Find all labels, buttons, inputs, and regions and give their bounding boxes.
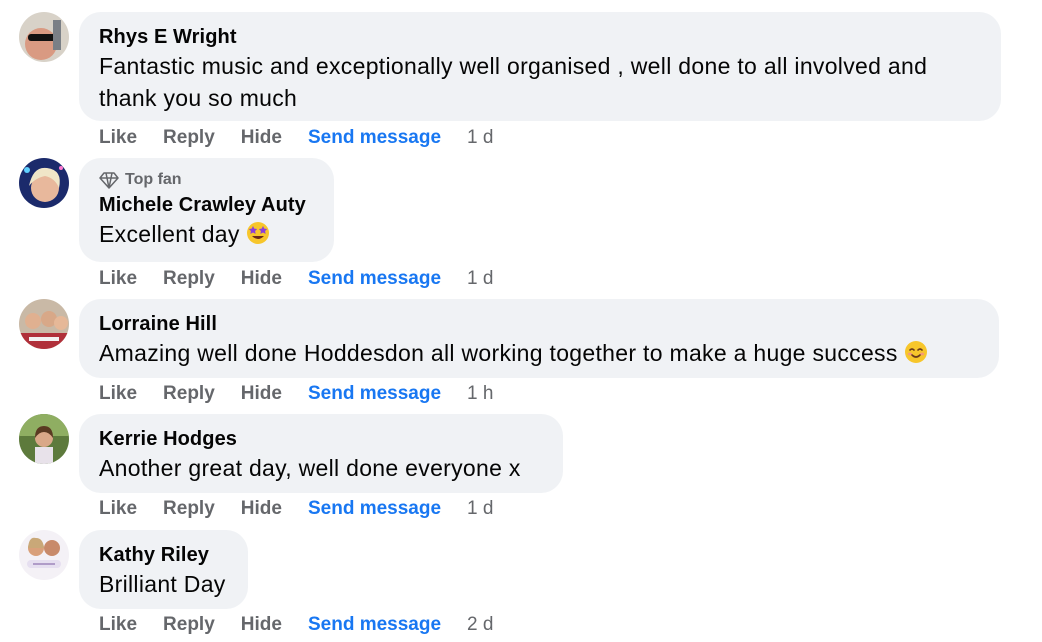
avatar[interactable] bbox=[19, 299, 69, 349]
comment-text: Fantastic music and exceptionally well o… bbox=[99, 53, 928, 111]
hide-button[interactable]: Hide bbox=[241, 267, 282, 291]
hide-button[interactable]: Hide bbox=[241, 382, 282, 406]
send-message-button[interactable]: Send message bbox=[308, 497, 441, 521]
avatar[interactable] bbox=[19, 12, 69, 62]
avatar[interactable] bbox=[19, 530, 69, 580]
send-message-button[interactable]: Send message bbox=[308, 613, 441, 637]
comment-author[interactable]: Kathy Riley bbox=[99, 542, 228, 568]
reply-button[interactable]: Reply bbox=[163, 497, 215, 521]
diamond-icon bbox=[99, 172, 119, 189]
hide-button[interactable]: Hide bbox=[241, 126, 282, 150]
hide-button[interactable]: Hide bbox=[241, 497, 282, 521]
comment-text: Excellent day bbox=[99, 221, 240, 247]
comment-author[interactable]: Michele Crawley Auty bbox=[99, 192, 314, 218]
like-button[interactable]: Like bbox=[99, 613, 137, 637]
comment-actions: Like Reply Hide Send message 2 d bbox=[99, 613, 519, 637]
top-fan-badge: Top fan bbox=[99, 170, 314, 190]
reply-button[interactable]: Reply bbox=[163, 613, 215, 637]
comment-actions: Like Reply Hide Send message 1 d bbox=[99, 497, 519, 521]
comment-text-row: Excellent day bbox=[99, 218, 314, 250]
comment-text: Brilliant Day bbox=[99, 571, 226, 597]
comment-bubble: Top fan Michele Crawley Auty Excellent d… bbox=[79, 158, 334, 262]
timestamp[interactable]: 2 d bbox=[467, 613, 493, 637]
like-button[interactable]: Like bbox=[99, 267, 137, 291]
send-message-button[interactable]: Send message bbox=[308, 267, 441, 291]
reply-button[interactable]: Reply bbox=[163, 382, 215, 406]
timestamp[interactable]: 1 d bbox=[467, 497, 493, 521]
comment-bubble: Lorraine Hill Amazing well done Hoddesdo… bbox=[79, 299, 999, 378]
top-fan-label: Top fan bbox=[125, 171, 182, 188]
comment-author[interactable]: Lorraine Hill bbox=[99, 311, 979, 337]
star-struck-emoji-icon bbox=[246, 222, 269, 244]
avatar[interactable] bbox=[19, 158, 69, 208]
hide-button[interactable]: Hide bbox=[241, 613, 282, 637]
comment-bubble: Rhys E Wright Fantastic music and except… bbox=[79, 12, 1001, 121]
reply-button[interactable]: Reply bbox=[163, 267, 215, 291]
like-button[interactable]: Like bbox=[99, 382, 137, 406]
comment-author[interactable]: Rhys E Wright bbox=[99, 24, 981, 50]
avatar[interactable] bbox=[19, 414, 69, 464]
comment-text: Another great day, well done everyone x bbox=[99, 455, 521, 481]
smiling-face-emoji-icon bbox=[904, 341, 927, 363]
send-message-button[interactable]: Send message bbox=[308, 382, 441, 406]
comment-bubble: Kathy Riley Brilliant Day bbox=[79, 530, 248, 609]
timestamp[interactable]: 1 h bbox=[467, 382, 493, 406]
comment-bubble: Kerrie Hodges Another great day, well do… bbox=[79, 414, 563, 493]
reply-button[interactable]: Reply bbox=[163, 126, 215, 150]
comment-actions: Like Reply Hide Send message 1 h bbox=[99, 382, 519, 406]
send-message-button[interactable]: Send message bbox=[308, 126, 441, 150]
like-button[interactable]: Like bbox=[99, 497, 137, 521]
timestamp[interactable]: 1 d bbox=[467, 126, 493, 150]
comment-text: Amazing well done Hoddesdon all working … bbox=[99, 340, 898, 366]
comment-text-row: Amazing well done Hoddesdon all working … bbox=[99, 337, 979, 369]
comment-actions: Like Reply Hide Send message 1 d bbox=[99, 267, 519, 291]
comment-author[interactable]: Kerrie Hodges bbox=[99, 426, 543, 452]
timestamp[interactable]: 1 d bbox=[467, 267, 493, 291]
comment-actions: Like Reply Hide Send message 1 d bbox=[99, 126, 519, 150]
like-button[interactable]: Like bbox=[99, 126, 137, 150]
